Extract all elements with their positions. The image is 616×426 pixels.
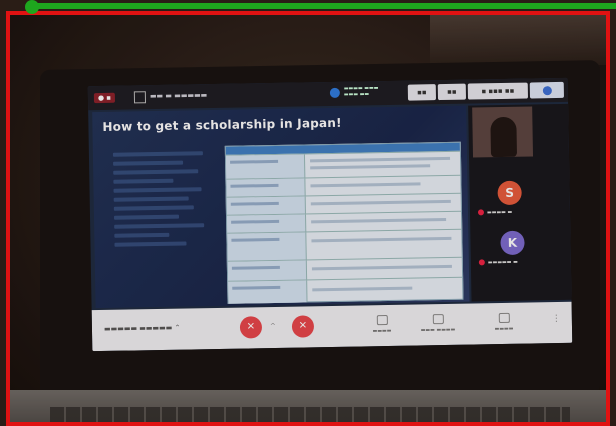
green-annotation-bar xyxy=(30,3,616,9)
green-annotation-dot xyxy=(25,0,39,14)
red-annotation-box xyxy=(6,11,610,426)
